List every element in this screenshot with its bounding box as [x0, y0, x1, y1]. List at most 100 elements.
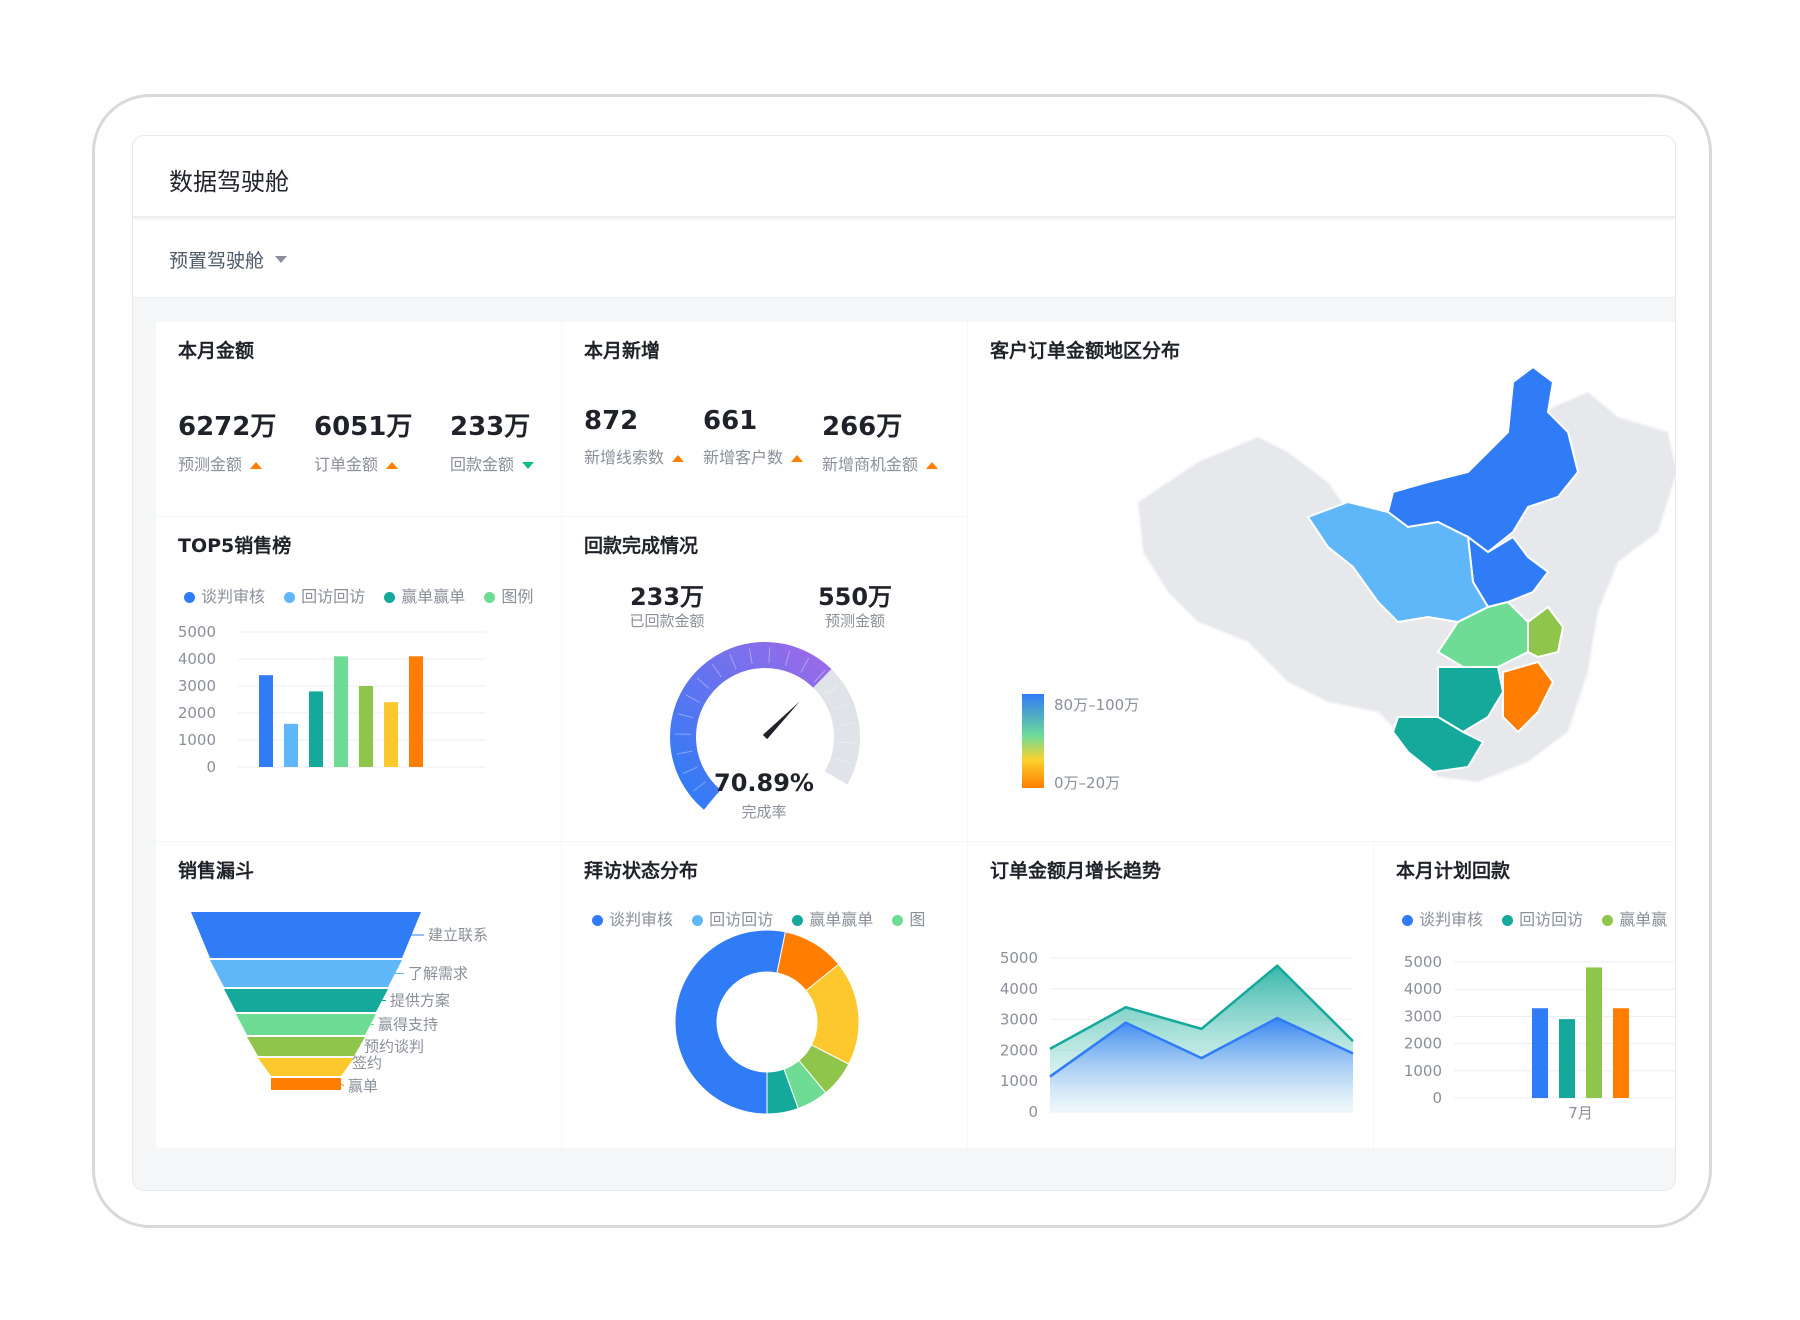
visit-donut-chart [674, 929, 860, 1115]
gauge-tick [675, 733, 692, 735]
cockpit-select[interactable]: 预置驾驶舱 [169, 246, 264, 273]
plan-bar-chart: 0 1000 2000 3000 4000 5000 7月 [1404, 953, 1675, 1122]
panel-region-map: 客户订单金额地区分布 80万–100万 0万–20万 [968, 322, 1676, 841]
y-tick-label: 5000 [1404, 953, 1442, 971]
y-tick-label: 3000 [1404, 1007, 1442, 1025]
bar[interactable] [309, 691, 323, 767]
kpi-value: 6051万 [314, 412, 413, 442]
kpi-label: 新增商机金额 [822, 455, 919, 474]
map-legend-high-label: 80万–100万 [1054, 696, 1139, 714]
trend-up-icon [386, 462, 399, 469]
funnel-label-line [347, 1062, 349, 1068]
y-tick-label: 1000 [1000, 1072, 1038, 1090]
y-tick-label: 0 [206, 758, 216, 776]
kpi-new-opportunity: 266万 新增商机金额 [822, 406, 939, 475]
order-trend-area-chart: 0 1000 2000 3000 4000 5000 [1000, 949, 1354, 1121]
y-tick-label: 0 [1432, 1089, 1442, 1107]
bar[interactable] [1613, 1008, 1629, 1098]
y-tick-label: 3000 [1000, 1011, 1038, 1029]
trend-up-icon [672, 455, 685, 462]
kpi-value: 872 [584, 406, 639, 436]
trend-up-icon [250, 462, 263, 469]
panel-visit: 拜访状态分布 谈判审核 回访回访 赢单赢单 图 [562, 842, 967, 1148]
bar[interactable] [334, 656, 348, 767]
page-title: 数据驾驶舱 [169, 168, 289, 196]
y-tick-label: 3000 [178, 677, 216, 695]
app-screen: 数据驾驶舱 预置驾驶舱 本月金额 6272万 预测金额 6051万 订单金额 2… [132, 135, 1676, 1191]
panel-trend: 订单金额月增长趋势 0 1000 2000 3000 4000 5000 [968, 842, 1373, 1148]
funnel-label-line [340, 1083, 345, 1087]
bar[interactable] [1586, 967, 1602, 1098]
y-tick-label: 5000 [1000, 949, 1038, 967]
panel-title: 本月新增 [584, 340, 661, 362]
funnel-stage[interactable] [258, 1058, 354, 1076]
bar[interactable] [409, 656, 423, 767]
kpi-value: 233万 [450, 412, 531, 442]
x-tick-label: 7月 [1568, 1104, 1593, 1122]
panel-plan: 本月计划回款 谈判审核 回访回访 赢单赢 0 1000 2000 3000 4000 50… [1374, 842, 1675, 1148]
funnel-stage-label: 赢单 [348, 1077, 378, 1095]
kpi-new-customers: 661 新增客户数 [703, 406, 804, 468]
title-bar: 数据驾驶舱 [133, 136, 1675, 218]
y-tick-label: 5000 [178, 623, 216, 641]
panel-month-amount: 本月金额 6272万 预测金额 6051万 订单金额 233万 回款金额 [156, 322, 561, 516]
kpi-order: 6051万 订单金额 [314, 406, 412, 475]
funnel-stage-label: 赢得支持 [378, 1016, 438, 1034]
bar[interactable] [259, 675, 273, 767]
y-tick-label: 4000 [1404, 980, 1442, 998]
y-tick-label: 4000 [1000, 980, 1038, 998]
y-tick-label: 2000 [1404, 1035, 1442, 1053]
map-legend-low-label: 0万–20万 [1054, 774, 1120, 792]
y-tick-label: 2000 [1000, 1041, 1038, 1059]
panel-month-new: 本月新增 872 新增线索数 661 新增客户数 266万 新增商机金额 [562, 322, 967, 516]
funnel-stage-label: 预约谈判 [364, 1038, 424, 1056]
kpi-value: 6272万 [178, 412, 277, 442]
kpi-label: 订单金额 [314, 455, 379, 474]
completion-rate-label: 完成率 [741, 803, 787, 821]
funnel-stage[interactable] [271, 1078, 341, 1090]
y-tick-label: 1000 [1404, 1062, 1442, 1080]
trend-up-icon [791, 455, 804, 462]
funnel-stage[interactable] [210, 960, 402, 987]
map-legend-bar [1022, 694, 1044, 788]
funnel-stage[interactable] [224, 989, 388, 1012]
kpi-label: 新增线索数 [584, 448, 665, 467]
kpi-new-leads: 872 新增线索数 [584, 406, 685, 468]
sales-funnel: 建立联系了解需求提供方案赢得支持预约谈判签约赢单 [191, 912, 488, 1095]
funnel-stage-label: 建立联系 [428, 926, 488, 944]
trend-up-icon [926, 462, 939, 469]
trend-down-icon [522, 462, 535, 469]
funnel-stage[interactable] [191, 912, 421, 958]
top5-bar-chart: 0 1000 2000 3000 4000 5000 [178, 623, 486, 776]
bar[interactable] [359, 686, 373, 767]
kpi-value: 661 [703, 406, 758, 436]
funnel-stage-label: 提供方案 [390, 992, 450, 1010]
panel-funnel: 销售漏斗 建立联系 了解需求 提供方案 赢得支持 预约谈判 签约 赢单 [156, 842, 561, 1148]
kpi-label: 预测金额 [178, 455, 243, 474]
y-tick-label: 0 [1028, 1103, 1038, 1121]
funnel-stage[interactable] [247, 1037, 365, 1056]
y-tick-label: 4000 [178, 650, 216, 668]
kpi-label: 回款金额 [450, 455, 515, 474]
panel-top5: TOP5销售榜 谈判审核 回访回访 赢单赢单 图例 0 1000 2000 3000 4… [156, 517, 561, 841]
chevron-down-icon[interactable] [275, 256, 287, 263]
kpi-payment: 233万 回款金额 [450, 406, 535, 475]
funnel-stage[interactable] [236, 1014, 376, 1035]
funnel-stage-label: 签约 [352, 1054, 382, 1072]
bar[interactable] [1559, 1019, 1575, 1098]
china-map[interactable]: 80万–100万 0万–20万 [968, 322, 1676, 841]
kpi-label: 新增客户数 [703, 448, 784, 467]
y-tick-label: 2000 [178, 704, 216, 722]
y-tick-label: 1000 [178, 731, 216, 749]
bar[interactable] [384, 702, 398, 767]
gauge-needle-icon [762, 701, 800, 740]
filter-bar: 预置驾驶舱 [133, 220, 1675, 298]
panel-title: 本月金额 [178, 340, 255, 362]
kpi-value: 266万 [822, 412, 903, 442]
funnel-stage-label: 了解需求 [408, 965, 468, 983]
bar[interactable] [1532, 1008, 1548, 1098]
bar[interactable] [284, 723, 298, 767]
kpi-forecast: 6272万 预测金额 [178, 406, 276, 475]
panel-payment: 回款完成情况 233万 已回款金额 550万 预测金额 70.89% 完成率 [562, 517, 967, 841]
completion-rate: 70.89% [714, 769, 814, 797]
